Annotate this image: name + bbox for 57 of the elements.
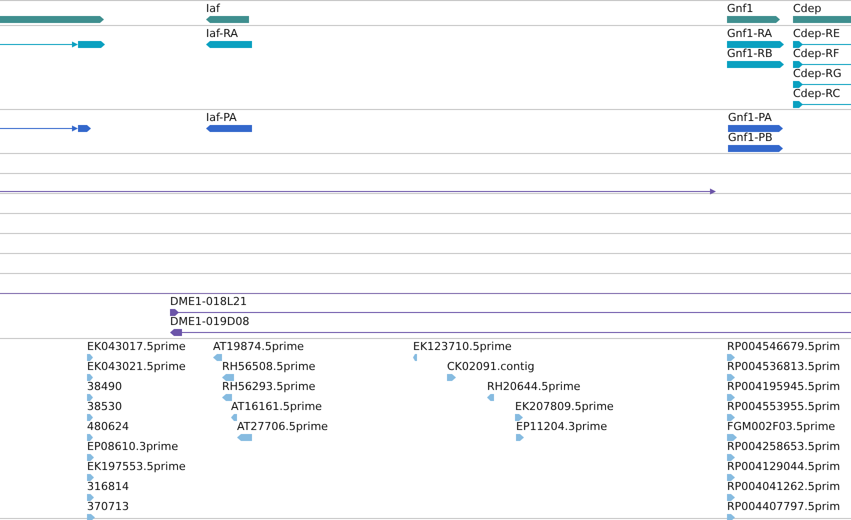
- feature-label[interactable]: Iaf: [206, 3, 220, 15]
- feature-label[interactable]: RH56293.5prime: [222, 381, 316, 393]
- feature-label[interactable]: DME1-019D08: [170, 316, 250, 328]
- feature-label[interactable]: RH20644.5prime: [487, 381, 580, 393]
- feature-label[interactable]: AT16161.5prime: [231, 401, 322, 413]
- feature-label[interactable]: Iaf-PA: [206, 112, 237, 124]
- feature-arrow[interactable]: [728, 125, 783, 132]
- feature-label[interactable]: Gnf1-PB: [728, 132, 773, 144]
- feature-label[interactable]: RP004407797.5prim: [727, 501, 840, 513]
- feature-label[interactable]: 480624: [87, 421, 129, 433]
- feature-arrow[interactable]: [793, 41, 851, 48]
- feature-label[interactable]: Cdep-RF: [793, 48, 840, 60]
- feature-arrow[interactable]: [728, 145, 783, 152]
- feature-label[interactable]: CK02091.contig: [447, 361, 534, 373]
- feature-arrow[interactable]: [793, 61, 851, 68]
- feature-label[interactable]: Cdep: [793, 3, 822, 15]
- feature-label[interactable]: Cdep-RG: [793, 68, 842, 80]
- feature-label[interactable]: AT27706.5prime: [237, 421, 328, 433]
- feature-label[interactable]: EK043021.5prime: [87, 361, 186, 373]
- feature-label[interactable]: FGM002F03.5prime: [727, 421, 836, 433]
- feature-label[interactable]: 370713: [87, 501, 129, 513]
- feature-arrow[interactable]: [170, 329, 851, 336]
- feature-label[interactable]: EK197553.5prime: [87, 461, 186, 473]
- feature-label[interactable]: EK207809.5prime: [515, 401, 614, 413]
- feature-label[interactable]: RP004536813.5prim: [727, 361, 840, 373]
- feature-label[interactable]: RP004546679.5prim: [727, 341, 840, 353]
- feature-label[interactable]: EP11204.3prime: [516, 421, 608, 433]
- feature-label[interactable]: EP08610.3prime: [87, 441, 178, 453]
- feature-arrow[interactable]: [727, 41, 784, 48]
- feature-label[interactable]: 38490: [87, 381, 122, 393]
- feature-label[interactable]: AT19874.5prime: [213, 341, 304, 353]
- feature-arrow[interactable]: [727, 16, 780, 23]
- feature-label[interactable]: RP004041262.5prim: [727, 481, 840, 493]
- feature-label[interactable]: EK123710.5prime: [413, 341, 512, 353]
- feature-arrow[interactable]: [793, 101, 851, 108]
- feature-label[interactable]: Gnf1-PA: [728, 112, 772, 124]
- feature-label[interactable]: 316814: [87, 481, 129, 493]
- feature-label[interactable]: Cdep-RC: [793, 88, 840, 100]
- feature-label[interactable]: RP004129044.5prim: [727, 461, 840, 473]
- feature-label[interactable]: RP004195945.5prim: [727, 381, 840, 393]
- feature-label[interactable]: EK043017.5prime: [87, 341, 186, 353]
- feature-arrow[interactable]: [170, 309, 851, 316]
- feature-label[interactable]: 38530: [87, 401, 122, 413]
- feature-label[interactable]: RP004258653.5prim: [727, 441, 840, 453]
- feature-arrow[interactable]: [206, 16, 249, 23]
- feature-arrow[interactable]: [793, 81, 851, 88]
- feature-label[interactable]: Gnf1-RA: [727, 28, 772, 40]
- feature-label[interactable]: Gnf1-RB: [727, 48, 773, 60]
- feature-label[interactable]: Gnf1: [727, 3, 754, 15]
- feature-arrow[interactable]: [206, 125, 252, 132]
- feature-label[interactable]: DME1-018L21: [170, 296, 247, 308]
- feature-label[interactable]: Iaf-RA: [206, 28, 238, 40]
- feature-label[interactable]: Cdep-RE: [793, 28, 840, 40]
- feature-label[interactable]: RH56508.5prime: [222, 361, 316, 373]
- feature-label[interactable]: RP004553955.5prim: [727, 401, 840, 413]
- feature-arrow[interactable]: [206, 41, 252, 48]
- feature-arrow[interactable]: [727, 61, 784, 68]
